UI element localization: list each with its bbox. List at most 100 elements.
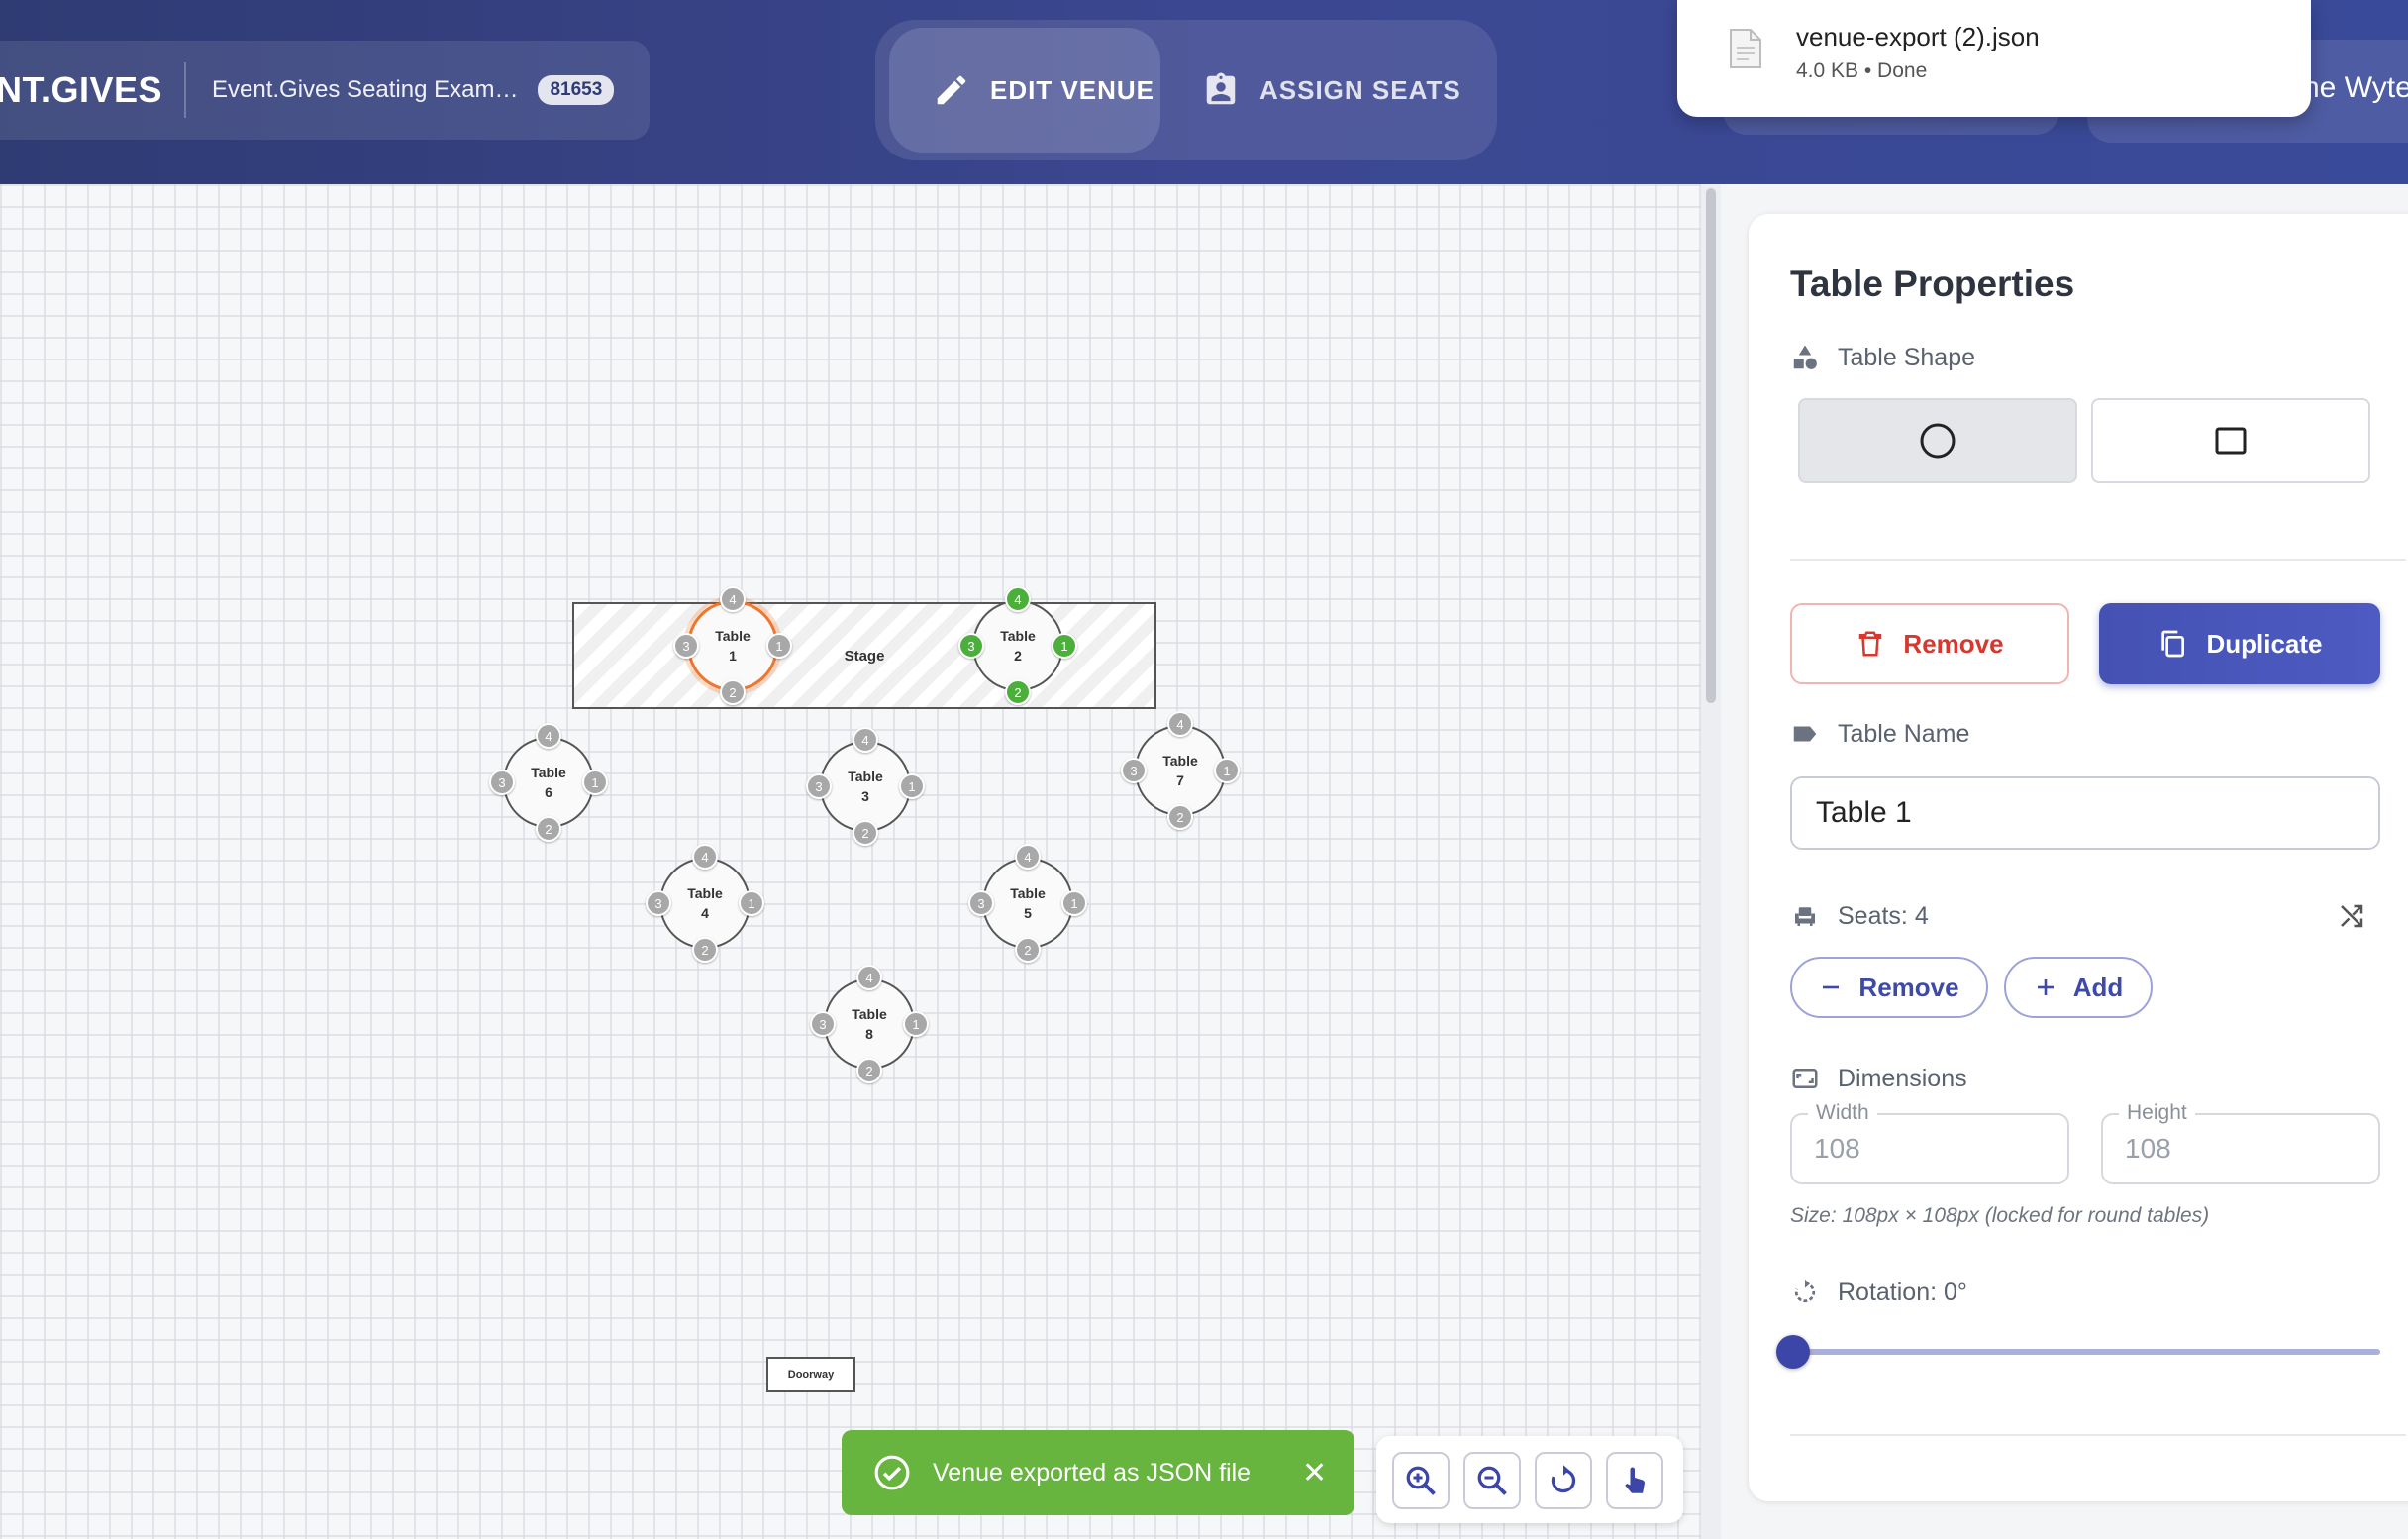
seat[interactable]: 4 [692,844,718,870]
stage-label: Stage [844,647,885,665]
width-field[interactable]: Width 108 [1790,1101,2069,1184]
seat[interactable]: 2 [1015,937,1041,963]
table-properties-panel: Table Properties Table Shape Remove Dupl… [1749,214,2408,1501]
table-8[interactable]: Table 8 4 1 2 3 [810,965,929,1083]
venue-canvas[interactable]: Stage Doorway Table 1 4 1 2 3 Table 2 4 1 2 3 Table 3… [0,184,1721,1539]
assign-seats-label: ASSIGN SEATS [1259,74,1461,105]
seats-count-label: Seats: 4 [1838,901,1929,930]
table-6[interactable]: Table 6 4 1 2 3 [489,723,608,842]
reset-view-button[interactable] [1535,1452,1592,1509]
seat[interactable]: 4 [856,965,882,990]
seat[interactable]: 1 [1052,633,1077,659]
width-value: 108 [1814,1133,1860,1164]
table-3[interactable]: Table 3 4 1 2 3 [806,727,925,846]
seat[interactable]: 2 [692,937,718,963]
check-circle-icon [874,1455,910,1490]
section-divider [1790,559,2406,561]
table-number: 6 [545,784,552,800]
shape-square-button[interactable] [2091,398,2370,483]
remove-seat-label: Remove [1858,972,1959,1002]
add-seat-button[interactable]: Add [2004,957,2153,1018]
table-label: Table [1162,753,1198,769]
seat[interactable]: 3 [489,770,515,795]
trash-icon [1859,631,1882,657]
table-number: 8 [865,1026,873,1042]
table-circle[interactable]: Table 6 [503,737,594,828]
seat[interactable]: 2 [536,816,561,842]
seat[interactable]: 4 [720,586,746,612]
seat[interactable]: 2 [1167,804,1193,830]
seat[interactable]: 1 [766,633,792,659]
table-circle[interactable]: Table 2 [972,600,1063,691]
zoom-out-button[interactable] [1463,1452,1521,1509]
table-shape-heading: Table Shape [1790,343,1975,372]
edit-venue-tab[interactable]: EDIT VENUE [889,28,1160,153]
table-label: Table [1000,628,1036,644]
square-shape-icon [2215,427,2247,455]
seat[interactable]: 1 [899,773,925,799]
table-1[interactable]: Table 1 4 1 2 3 [673,586,792,705]
seat[interactable]: 4 [1005,586,1031,612]
remove-table-button[interactable]: Remove [1790,603,2069,684]
table-circle[interactable]: Table 8 [824,978,915,1070]
download-popup[interactable]: venue-export (2).json 4.0 KB • Done [1677,0,2311,117]
seat[interactable]: 4 [1015,844,1041,870]
table-2[interactable]: Table 2 4 1 2 3 [958,586,1077,705]
pan-mode-button[interactable] [1606,1452,1663,1509]
canvas-scrollbar-thumb[interactable] [1706,188,1716,703]
table-number: 5 [1024,905,1032,921]
table-circle[interactable]: Table 5 [982,858,1073,949]
aspect-ratio-icon [1792,1069,1818,1088]
seat[interactable]: 2 [856,1058,882,1083]
event-id-badge: 81653 [538,75,615,105]
dimensions-heading: Dimensions [1790,1064,1967,1093]
brand-divider [184,62,186,118]
zoom-out-icon [1477,1466,1507,1495]
rotation-slider-track[interactable] [1790,1349,2380,1355]
seat[interactable]: 1 [1061,890,1087,916]
shapes-icon [1793,345,1817,369]
table-shape-label: Table Shape [1838,343,1976,371]
zoom-in-icon [1406,1466,1436,1495]
seat[interactable]: 3 [968,890,994,916]
assign-seats-tab[interactable]: ASSIGN SEATS [1202,28,1479,153]
rotation-slider-thumb[interactable] [1776,1335,1810,1369]
seat[interactable]: 3 [1121,758,1147,783]
shuffle-seats-button[interactable] [2337,901,2366,936]
reset-icon [1551,1465,1576,1493]
table-circle[interactable]: Table 1 [687,600,778,691]
table-5[interactable]: Table 5 4 1 2 3 [968,844,1087,963]
panel-title: Table Properties [1790,263,2075,304]
table-circle[interactable]: Table 7 [1135,725,1226,816]
height-field[interactable]: Height 108 [2101,1101,2380,1184]
seat[interactable]: 3 [810,1011,836,1037]
seat[interactable]: 4 [1167,711,1193,737]
seat[interactable]: 4 [853,727,878,753]
event-selector[interactable]: NT.GIVES Event.Gives Seating Exam… 81653 [0,41,650,140]
table-7[interactable]: Table 7 4 1 2 3 [1121,711,1240,830]
seat[interactable]: 1 [739,890,764,916]
seat[interactable]: 1 [582,770,608,795]
seat[interactable]: 3 [646,890,671,916]
table-circle[interactable]: Table 3 [820,741,911,832]
remove-table-label: Remove [1903,628,2004,659]
seat[interactable]: 2 [720,679,746,705]
remove-seat-button[interactable]: Remove [1790,957,1988,1018]
user-name: ne Wyte [2303,71,2408,104]
duplicate-table-button[interactable]: Duplicate [2099,603,2380,684]
seat[interactable]: 3 [673,633,699,659]
seat[interactable]: 4 [536,723,561,749]
table-circle[interactable]: Table 4 [659,858,751,949]
close-icon[interactable]: ✕ [1302,1456,1327,1490]
zoom-in-button[interactable] [1392,1452,1450,1509]
table-name-input[interactable]: Table 1 [1790,776,2380,850]
seat[interactable]: 1 [1214,758,1240,783]
seat[interactable]: 3 [958,633,984,659]
seat[interactable]: 2 [853,820,878,846]
seat[interactable]: 3 [806,773,832,799]
doorway-element[interactable]: Doorway [766,1357,855,1392]
seat[interactable]: 1 [903,1011,929,1037]
table-4[interactable]: Table 4 4 1 2 3 [646,844,764,963]
seat[interactable]: 2 [1005,679,1031,705]
shape-round-button[interactable] [1798,398,2077,483]
